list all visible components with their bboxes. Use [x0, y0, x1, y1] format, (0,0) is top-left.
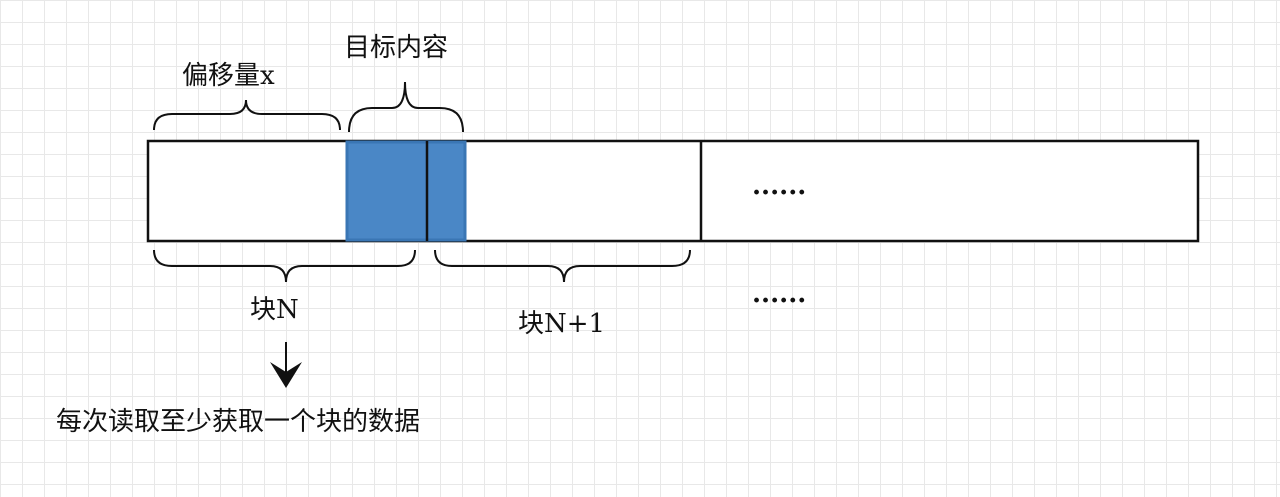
block-n-label: 块N — [250, 295, 299, 325]
note-text: 每次读取至少获取一个块的数据 — [56, 407, 420, 437]
down-arrow-icon — [270, 342, 302, 388]
ellipsis-top: ...... — [752, 171, 806, 201]
block-n1-label: 块N+1 — [518, 309, 605, 339]
block-n-brace — [153, 249, 416, 283]
offset-label: 偏移量x — [182, 61, 275, 91]
ellipsis-bottom: ...... — [752, 279, 806, 309]
target-content-region — [345, 140, 467, 242]
block-read-diagram: 偏移量x 目标内容 块N 块N+1 ...... ...... 每次读取至少获取… — [56, 33, 1200, 437]
data-strip — [146, 139, 1200, 243]
target-label: 目标内容 — [344, 33, 448, 63]
offset-brace — [153, 99, 341, 131]
block-n1-brace — [434, 249, 691, 283]
target-brace — [348, 81, 464, 133]
